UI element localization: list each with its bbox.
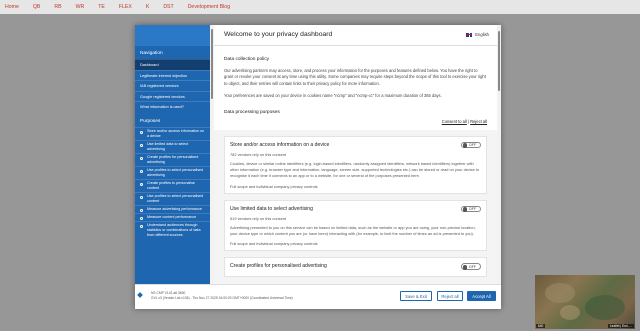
- sidebar-item-legitimate-interest[interactable]: Legitimate interest objection: [135, 69, 210, 81]
- nav-k[interactable]: K: [146, 4, 149, 10]
- consent-all-link[interactable]: Consent to all: [442, 119, 467, 124]
- privacy-dialog: Navigation Dashboard Legitimate interest…: [135, 25, 501, 309]
- sidebar-item-iab-vendors[interactable]: IAB registered vendors: [135, 80, 210, 91]
- cmp-logo-icon: [137, 292, 143, 298]
- sidebar-purpose[interactable]: Create profiles for personalised adverti…: [135, 152, 210, 166]
- processing-heading: Data processing purposes: [224, 109, 280, 115]
- map-attribution: Leaflet | Esri, ...: [607, 324, 634, 328]
- purpose-bullet-icon: [140, 216, 143, 220]
- collection-paragraph: Our advertising partners may access, sto…: [224, 68, 486, 86]
- consent-toggle[interactable]: OFF: [461, 141, 481, 149]
- purpose-bullet-icon: [140, 208, 143, 212]
- consent-toggle[interactable]: OFF: [461, 205, 481, 213]
- sidebar-purpose[interactable]: Measure advertising performance: [135, 204, 210, 213]
- purpose-bullet-icon: [140, 195, 143, 199]
- privacy-controls-link[interactable]: Full scope and individual company privac…: [230, 241, 481, 246]
- accept-all-button[interactable]: Accept All: [467, 291, 496, 301]
- dialog-footer: NS CMP V142-a6.3600 GVL v3 (Vendor List …: [135, 284, 501, 309]
- policy-section: Data collection policy Our advertising p…: [214, 46, 497, 130]
- nav-qb[interactable]: QB: [33, 4, 41, 10]
- sidebar-purpose[interactable]: Use profiles to select personalised cont…: [135, 191, 210, 205]
- toggle-label: OFF: [469, 264, 476, 269]
- main-scrollbar-thumb[interactable]: [498, 31, 500, 91]
- toggle-knob: [462, 264, 468, 270]
- purpose-description: Cookies, device or similar online identi…: [230, 160, 480, 179]
- consent-toggle[interactable]: OFF: [461, 263, 481, 270]
- sidebar-purpose[interactable]: Create profiles to personalise content: [135, 178, 210, 192]
- toggle-knob: [462, 207, 468, 212]
- toggle-label: OFF: [469, 143, 476, 148]
- sidebar-purpose[interactable]: Understand audiences through statistics …: [135, 220, 210, 239]
- nav-dst[interactable]: DST: [163, 4, 173, 10]
- reject-all-link[interactable]: Reject all: [470, 119, 487, 124]
- reject-all-button[interactable]: Reject all: [437, 291, 463, 301]
- purpose-card: Store and/or access information on a dev…: [224, 135, 487, 194]
- nav-home[interactable]: Home: [5, 4, 19, 10]
- sidebar-item-information-used[interactable]: What information is used?: [135, 101, 210, 112]
- sidebar-purpose[interactable]: Store and/or access information on a dev…: [135, 126, 210, 140]
- purpose-bullet-icon: [140, 130, 143, 134]
- toggle-label: OFF: [469, 207, 476, 212]
- dialog-header: Welcome to your privacy dashboard Englis…: [214, 25, 497, 46]
- map-scale-label: 640: [536, 324, 546, 328]
- nav-rb[interactable]: RB: [54, 4, 61, 10]
- purpose-bullet-icon: [140, 169, 143, 173]
- vendor-count: 782 vendors rely on this consent: [230, 151, 287, 157]
- sidebar-item-dashboard[interactable]: Dashboard: [135, 59, 210, 70]
- purpose-bullet-icon: [140, 156, 143, 160]
- navigation-heading: Navigation: [140, 51, 163, 56]
- purpose-card: Use limited data to select advertising O…: [224, 199, 487, 252]
- nav-flex[interactable]: FLEX: [119, 4, 132, 10]
- link-separator: |: [467, 118, 470, 124]
- purpose-card: Create profiles for personalised adverti…: [224, 257, 487, 278]
- vendor-count: 519 vendors rely on this consent: [230, 215, 287, 221]
- sidebar-scrollbar-thumb[interactable]: [211, 29, 213, 99]
- gvl-version: GVL v3 (Vendor List v136) - Thu Nov 27 2…: [151, 296, 293, 300]
- nav-wr[interactable]: WR: [76, 4, 85, 10]
- cmp-version: NS CMP V142-a6.3600: [151, 291, 186, 295]
- purposes-heading: Purposes: [140, 118, 161, 124]
- main-scrollbar[interactable]: [497, 25, 501, 284]
- purpose-bullet-icon: [140, 224, 143, 228]
- privacy-controls-link[interactable]: Full scope and individual company privac…: [230, 184, 481, 189]
- sidebar-purpose[interactable]: Use limited data to select advertising: [135, 139, 210, 153]
- collection-heading: Data collection policy: [224, 57, 270, 62]
- sidebar: Navigation Dashboard Legitimate interest…: [135, 25, 210, 284]
- language-label: English: [475, 32, 489, 37]
- sidebar-item-google-vendors[interactable]: Google registered vendors: [135, 90, 210, 102]
- nav-development-blog[interactable]: Development Blog: [188, 4, 230, 10]
- save-exit-button[interactable]: Save & Exit: [400, 291, 432, 301]
- map-thumbnail[interactable]: 640 Leaflet | Esri, ...: [535, 275, 635, 329]
- purpose-title: Create profiles for personalised adverti…: [230, 263, 327, 270]
- toggle-knob: [462, 143, 468, 149]
- purpose-bullet-icon: [140, 143, 143, 147]
- flag-icon: [466, 32, 473, 37]
- sidebar-purpose[interactable]: Measure content performance: [135, 212, 210, 221]
- sidebar-top-band: [135, 25, 210, 46]
- sidebar-purpose[interactable]: Use profiles to select personalised adve…: [135, 165, 210, 179]
- purpose-bullet-icon: [140, 182, 143, 186]
- language-selector[interactable]: English: [466, 32, 489, 37]
- purpose-title: Use limited data to select advertising: [230, 205, 313, 212]
- dialog-title: Welcome to your privacy dashboard: [224, 31, 333, 38]
- top-navigation: Home QB RB WR TE FLEX K DST Development …: [0, 0, 640, 14]
- nav-te[interactable]: TE: [98, 4, 105, 10]
- purpose-title: Store and/or access information on a dev…: [230, 141, 330, 148]
- main-content: Welcome to your privacy dashboard Englis…: [214, 25, 497, 284]
- purpose-description: Advertising presented to you on this ser…: [230, 224, 476, 236]
